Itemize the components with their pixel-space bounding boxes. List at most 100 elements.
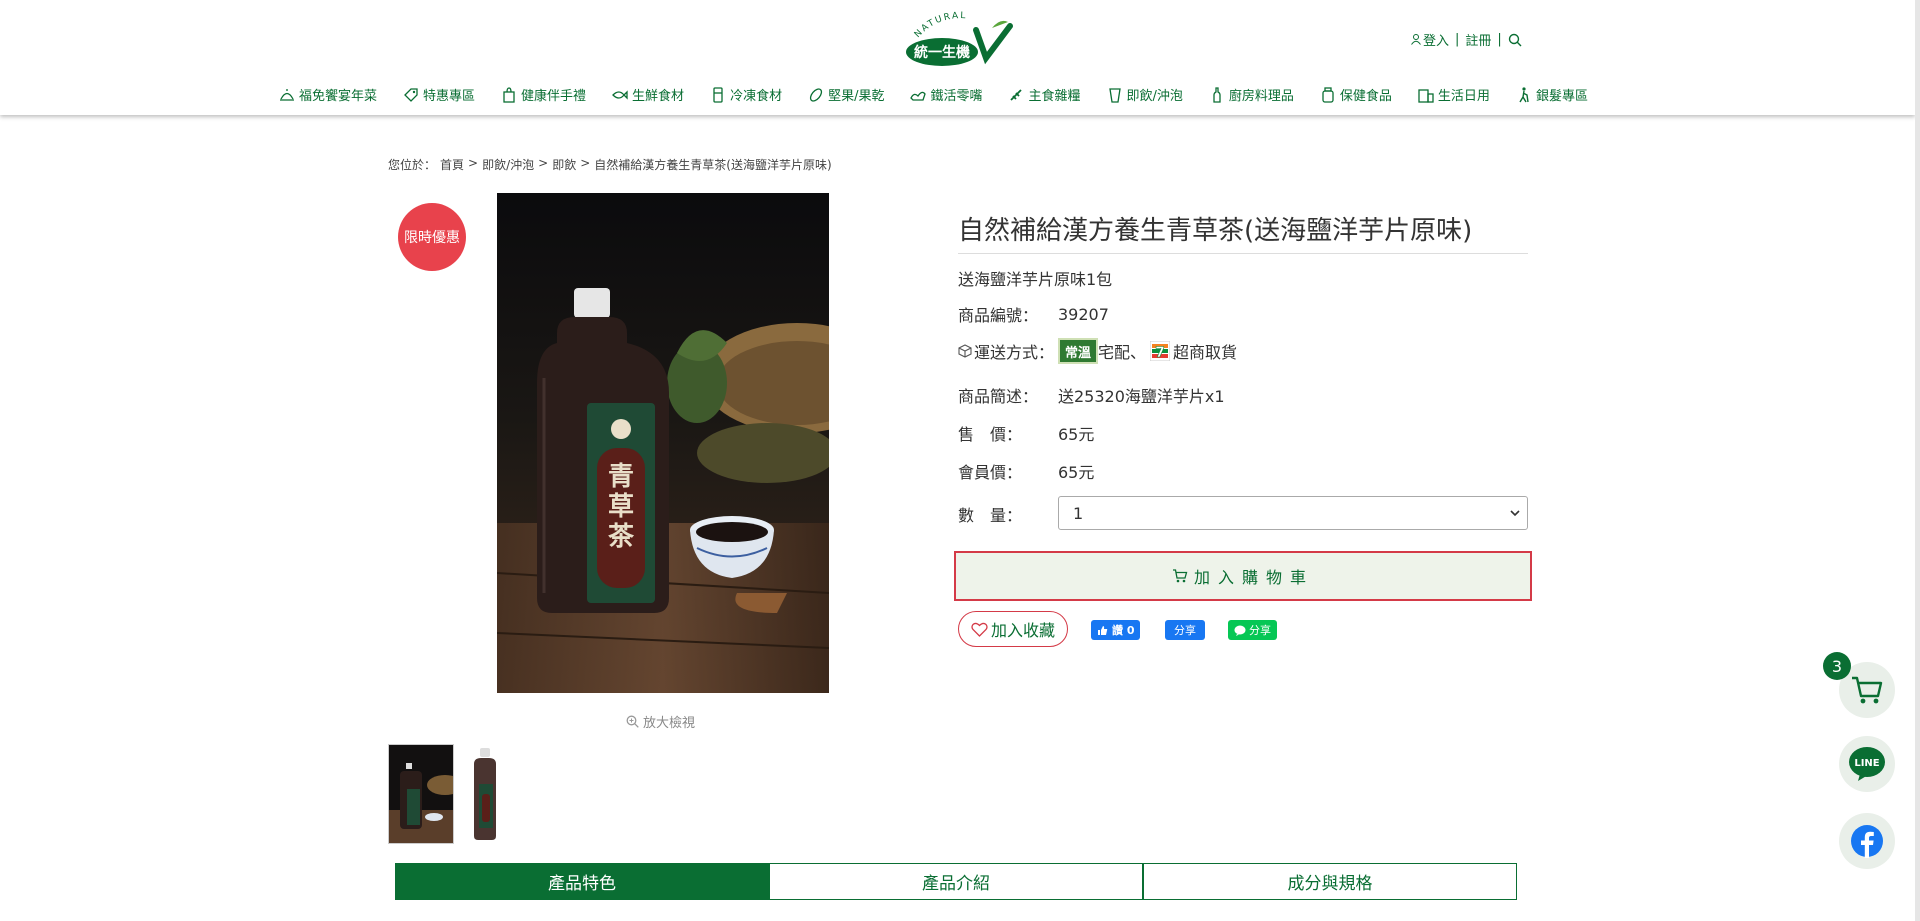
zoom-view-button[interactable]: 放大檢視 — [626, 712, 695, 731]
scrollbar[interactable] — [1915, 0, 1920, 921]
facebook-icon — [1851, 825, 1883, 858]
breadcrumb-separator: > — [580, 156, 591, 170]
breadcrumb-category[interactable]: 即飲/沖泡 — [482, 156, 534, 173]
snack-icon — [910, 91, 927, 101]
search-button[interactable] — [1508, 33, 1522, 47]
shipping-store-pickup: 超商取貨 — [1173, 343, 1238, 362]
tab-1[interactable]: 產品介紹 — [769, 863, 1143, 900]
shipping-label: 運送方式： — [974, 343, 1055, 362]
add-favorite-button[interactable]: 加入收藏 — [958, 611, 1068, 647]
product-tabs: 產品特色 產品介紹 成分與規格 — [395, 863, 1517, 900]
room-temperature-badge: 常溫 — [1058, 338, 1098, 364]
quantity-value: 1 — [1073, 503, 1084, 523]
thumbnail-2[interactable] — [465, 744, 505, 844]
nav-item-4[interactable]: 冷凍食材 — [709, 85, 782, 104]
add-favorite-label: 加入收藏 — [990, 621, 1055, 640]
nav-item-0[interactable]: 福免饗宴年菜 — [278, 85, 377, 104]
nav-item-label: 生活日用 — [1437, 89, 1490, 104]
nav-item-8[interactable]: 即飲/沖泡 — [1106, 85, 1183, 104]
account-links: 登入 | 註冊 | — [1411, 30, 1522, 49]
quantity-select[interactable]: 1 — [1058, 496, 1528, 530]
product-title: 自然補給漢方養生青草茶(送海鹽洋芋片原味) — [958, 216, 1473, 246]
breadcrumb-subcategory[interactable]: 即飲 — [552, 156, 576, 173]
svg-text:LINE: LINE — [1854, 758, 1879, 769]
svg-text:NATURAL: NATURAL — [913, 11, 968, 40]
nav-item-label: 健康伴手禮 — [521, 89, 587, 104]
breadcrumb: 您位於： 首頁 > 即飲/沖泡 > 即飲 > 自然補給漢方養生青草茶(送海鹽洋芋… — [388, 156, 832, 173]
site-logo[interactable]: NATURAL 統一生機 — [900, 10, 1015, 72]
cart-count-badge: 3 — [1823, 652, 1851, 680]
zoom-label: 放大檢視 — [643, 716, 696, 731]
nav-item-9[interactable]: 廚房料理品 — [1208, 85, 1294, 104]
nav-item-label: 堅果/果乾 — [828, 89, 885, 104]
zoom-in-icon — [626, 715, 639, 728]
user-icon — [1411, 34, 1421, 45]
nav-item-label: 生鮮食材 — [632, 89, 685, 104]
facebook-like-label: 讚 0 — [1112, 624, 1135, 637]
cup-icon — [1108, 87, 1121, 103]
nav-item-label: 即飲/沖泡 — [1126, 89, 1183, 104]
facebook-share-button[interactable]: 分享 — [1165, 620, 1205, 640]
nav-item-6[interactable]: 鐵活零嘴 — [909, 85, 982, 104]
login-label: 登入 — [1423, 34, 1450, 49]
line-share-label: 分享 — [1249, 624, 1271, 637]
member-price-value: 65元 — [1058, 463, 1095, 482]
facebook-like-button[interactable]: 讚 0 — [1091, 620, 1141, 640]
price-label: 售 價： — [958, 425, 1023, 444]
quantity-row: 數 量： — [958, 502, 1058, 526]
nav-item-10[interactable]: 保健食品 — [1319, 85, 1392, 104]
nav-item-7[interactable]: 主食雜糧 — [1007, 85, 1081, 104]
nav-item-3[interactable]: 生鮮食材 — [611, 85, 684, 104]
floating-line-button[interactable]: LINE — [1839, 736, 1895, 792]
nav-item-label: 鐵活零嘴 — [930, 89, 983, 104]
login-link[interactable]: 登入 — [1411, 30, 1449, 49]
breadcrumb-home[interactable]: 首頁 — [440, 156, 464, 173]
svg-text:7: 7 — [1155, 345, 1165, 361]
thumbnail-1[interactable] — [388, 744, 454, 844]
svg-text:統一生機: 統一生機 — [914, 44, 970, 61]
site-header: NATURAL 統一生機 登入 | 註冊 | 福免饗宴年菜 特惠專區 健康伴手禮 生鮮… — [0, 0, 1915, 115]
shipping-home-delivery: 宅配、 — [1098, 343, 1147, 362]
product-subtitle: 送海鹽洋芋片原味1包 — [958, 270, 1113, 289]
nav-item-12[interactable]: 銀髮專區 — [1515, 85, 1588, 104]
title-divider — [958, 253, 1528, 254]
supplement-icon — [1322, 86, 1334, 103]
dish-cover-icon — [280, 88, 294, 101]
floating-facebook-button[interactable] — [1839, 813, 1895, 869]
sku-row: 商品編號： 39207 — [958, 302, 1109, 326]
product-main-image[interactable]: 青 草 茶 — [497, 193, 829, 693]
gift-bag-icon — [503, 86, 515, 103]
separator: | — [1455, 32, 1460, 47]
breadcrumb-prefix: 您位於： — [388, 158, 437, 172]
sku-value: 39207 — [1058, 304, 1109, 324]
price-row: 售 價： 65元 — [958, 421, 1094, 445]
register-link[interactable]: 註冊 — [1465, 30, 1491, 49]
grain-icon — [1010, 88, 1023, 101]
seven-eleven-icon: 7 — [1150, 341, 1171, 361]
fish-icon — [612, 89, 628, 100]
box-icon — [958, 344, 972, 358]
tab-0[interactable]: 產品特色 — [395, 863, 769, 900]
member-price-row: 會員價： 65元 — [958, 459, 1094, 483]
tab-2[interactable]: 成分與規格 — [1143, 863, 1517, 900]
line-share-button[interactable]: 分享 — [1228, 620, 1277, 640]
quantity-label: 數 量： — [958, 506, 1023, 525]
nav-item-1[interactable]: 特惠專區 — [402, 85, 475, 104]
nav-item-label: 保健食品 — [1339, 89, 1392, 104]
nav-item-5[interactable]: 堅果/果乾 — [807, 85, 884, 104]
add-to-cart-button[interactable]: 加入購物車 — [954, 551, 1532, 601]
main-nav: 福免饗宴年菜 特惠專區 健康伴手禮 生鮮食材 冷凍食材 堅果/果乾 鐵活零嘴 主食雜糧 即飲/沖… — [278, 85, 1613, 104]
description-row: 商品簡述： 送25320海鹽洋芋片x1 — [958, 383, 1225, 407]
line-icon — [1234, 625, 1246, 636]
description-value: 送25320海鹽洋芋片x1 — [1058, 387, 1225, 406]
breadcrumb-current: 自然補給漢方養生青草茶(送海鹽洋芋片原味) — [594, 158, 832, 172]
breadcrumb-separator: > — [468, 156, 479, 170]
search-icon — [1508, 33, 1522, 46]
nav-item-label: 銀髮專區 — [1535, 89, 1588, 104]
cart-icon — [1172, 569, 1188, 583]
nav-item-2[interactable]: 健康伴手禮 — [500, 85, 586, 104]
promo-badge: 限時優惠 — [398, 203, 466, 271]
elder-walking-icon — [1519, 86, 1529, 102]
nut-icon — [809, 87, 823, 102]
nav-item-11[interactable]: 生活日用 — [1417, 85, 1490, 104]
